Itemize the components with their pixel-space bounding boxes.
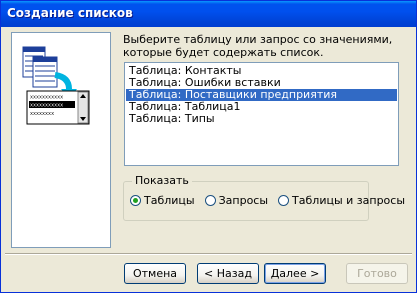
button-separator <box>5 253 412 255</box>
radio-tables-label: Таблицы <box>144 194 195 207</box>
svg-text:xxxxxxxxxxx: xxxxxxxxxxx <box>30 103 63 109</box>
radio-both-label: Таблицы и запросы <box>292 194 406 207</box>
radio-queries-label: Запросы <box>218 194 269 207</box>
table-query-listbox[interactable]: Таблица: Контакты Таблица: Ошибки вставк… <box>124 62 399 166</box>
window-title: Создание списков <box>7 6 133 20</box>
show-groupbox: Показать Таблицы Запросы Таблицы и запро… <box>123 175 405 221</box>
wizard-illustration-icon: xxxxxxxxxxx xxxxxxxxxxx xxxxxxxx <box>22 46 90 125</box>
svg-text:xxxxxxxx: xxxxxxxx <box>30 111 54 117</box>
radio-queries[interactable]: Запросы <box>204 194 269 207</box>
show-group-legend: Показать <box>132 175 192 187</box>
radio-queries-dot[interactable] <box>204 195 216 206</box>
list-item[interactable]: Таблица: Типы <box>126 113 397 125</box>
finish-button[interactable]: Готово <box>346 263 408 284</box>
radio-tables-dot[interactable] <box>130 195 141 206</box>
wizard-prompt: Выберите таблицу или запрос со значениям… <box>123 33 393 59</box>
radio-both[interactable]: Таблицы и запросы <box>278 194 405 207</box>
list-wizard-dialog: Создание списков xxxxxxxxxxx xxxxxxxxxxx… <box>0 0 417 293</box>
radio-both-dot[interactable] <box>278 195 290 206</box>
title-bar[interactable]: Создание списков <box>1 1 416 27</box>
radio-tables[interactable]: Таблицы <box>130 194 195 207</box>
back-button[interactable]: < Назад <box>197 263 259 284</box>
wizard-illustration-panel: xxxxxxxxxxx xxxxxxxxxxx xxxxxxxx <box>11 32 111 248</box>
cancel-button[interactable]: Отмена <box>124 263 186 284</box>
next-button[interactable]: Далее > <box>264 263 326 284</box>
svg-text:xxxxxxxxxxx: xxxxxxxxxxx <box>30 95 63 101</box>
